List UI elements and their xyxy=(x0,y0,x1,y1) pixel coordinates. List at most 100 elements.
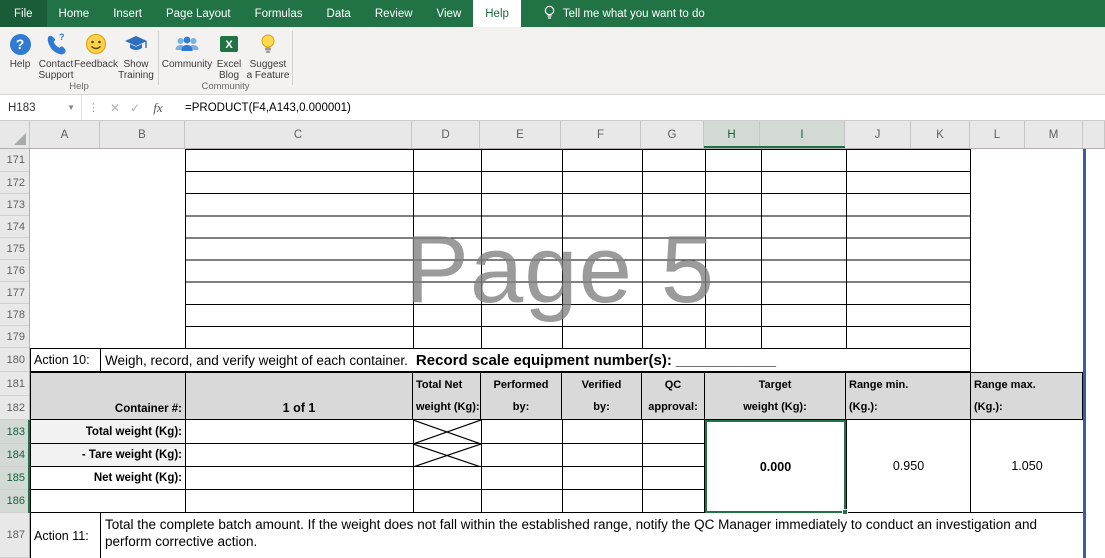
net-weight-label-cell[interactable]: Net weight (Kg): xyxy=(31,467,186,490)
target-line2: weight (Kg): xyxy=(743,401,807,413)
column-header-e[interactable]: E xyxy=(480,121,561,148)
qc-approval-header-cell[interactable]: QC approval: xyxy=(642,373,705,419)
tab-file[interactable]: File xyxy=(0,0,47,27)
row-header-182[interactable]: 182 xyxy=(0,396,29,420)
target-weight-cell-selected[interactable]: 0.000 xyxy=(705,420,848,515)
community-button[interactable]: Community xyxy=(162,31,212,70)
action10-text: Weigh, record, and verify weight of each… xyxy=(105,352,408,368)
excel-blog-icon: X xyxy=(219,31,239,57)
blank-label-cell[interactable] xyxy=(31,490,186,513)
row-header-181[interactable]: 181 xyxy=(0,372,29,396)
tab-review[interactable]: Review xyxy=(363,0,425,27)
range-min-cell[interactable]: 0.950 xyxy=(846,420,971,513)
feedback-label: Feedback xyxy=(74,59,118,70)
show-training-label-2: Training xyxy=(118,70,154,81)
action10-text-cell[interactable]: Weigh, record, and verify weight of each… xyxy=(101,352,776,369)
container-header-cell[interactable]: Container #: xyxy=(31,373,186,419)
selected-rows-accent xyxy=(28,420,30,513)
row-header-171[interactable]: 171 xyxy=(0,149,29,172)
help-button-label: Help xyxy=(9,59,31,70)
formula-bar: H183 ▼ ⋮ ✕ ✓ fx =PRODUCT(F4,A143,0.00000… xyxy=(0,95,1105,121)
total-weight-label-cell[interactable]: Total weight (Kg): xyxy=(31,420,186,444)
target-weight-header-cell[interactable]: Target weight (Kg): xyxy=(705,373,846,419)
tab-formulas[interactable]: Formulas xyxy=(243,0,315,27)
crossed-out-cell-icon xyxy=(412,419,482,445)
cancel-formula-icon[interactable]: ✕ xyxy=(105,101,125,115)
tab-page-layout[interactable]: Page Layout xyxy=(154,0,243,27)
formula-bar-drag-handle[interactable]: ⋮ xyxy=(82,101,105,114)
selection-fill-handle[interactable] xyxy=(842,509,848,515)
svg-text:X: X xyxy=(225,39,233,51)
tab-home[interactable]: Home xyxy=(47,0,102,27)
column-header-c[interactable]: C xyxy=(185,121,412,148)
performed-line2: by: xyxy=(512,401,530,413)
page-break-line xyxy=(1083,149,1086,558)
range-max-cell[interactable]: 1.050 xyxy=(971,420,1084,513)
row-header-180[interactable]: 180 xyxy=(0,348,29,372)
column-header-i[interactable]: I xyxy=(760,121,845,148)
performed-by-header-cell[interactable]: Performed by: xyxy=(481,373,562,419)
column-header-k[interactable]: K xyxy=(911,121,970,148)
insert-function-icon[interactable]: fx xyxy=(145,100,171,116)
action11-text-cell[interactable]: Total the complete batch amount. If the … xyxy=(101,513,1083,558)
row-header-187[interactable]: 187 xyxy=(0,513,29,558)
community-group-label: Community xyxy=(201,81,250,92)
show-training-button[interactable]: Show Training xyxy=(116,31,156,81)
row-header-179[interactable]: 179 xyxy=(0,326,29,348)
tab-data[interactable]: Data xyxy=(315,0,363,27)
verified-by-header-cell[interactable]: Verified by: xyxy=(562,373,642,419)
row-header-185[interactable]: 185 xyxy=(0,467,29,490)
range-min-header-cell[interactable]: Range min. (Kg.): xyxy=(846,373,971,419)
row-header-175[interactable]: 175 xyxy=(0,238,29,260)
column-header-partial[interactable] xyxy=(1083,121,1105,148)
column-header-j[interactable]: J xyxy=(845,121,911,148)
total-net-header-cell[interactable]: Total Net weight (Kg): xyxy=(413,373,481,419)
range-max-header-cell[interactable]: Range max. (Kg.): xyxy=(971,373,1084,419)
feedback-button[interactable]: Feedback xyxy=(74,31,118,70)
contact-support-button[interactable]: ? Contact Support xyxy=(36,31,76,81)
tare-weight-label-cell[interactable]: - Tare weight (Kg): xyxy=(31,444,186,467)
qc-line2: approval: xyxy=(648,401,698,413)
row-header-176[interactable]: 176 xyxy=(0,260,29,282)
svg-text:?: ? xyxy=(59,32,65,42)
graduation-cap-icon xyxy=(124,31,148,57)
column-header-m[interactable]: M xyxy=(1025,121,1083,148)
action11-label-cell[interactable]: Action 11: xyxy=(31,513,101,558)
name-box-dropdown-icon[interactable]: ▼ xyxy=(67,103,75,112)
action10-label-cell[interactable]: Action 10: xyxy=(31,349,101,371)
tab-help[interactable]: Help xyxy=(473,0,521,27)
row-header-183[interactable]: 183 xyxy=(0,420,29,444)
tab-view[interactable]: View xyxy=(425,0,474,27)
row-header-173[interactable]: 173 xyxy=(0,194,29,216)
tab-insert[interactable]: Insert xyxy=(101,0,154,27)
column-header-a[interactable]: A xyxy=(30,121,100,148)
action11-row[interactable]: Action 11: Total the complete batch amou… xyxy=(30,513,1083,558)
column-header-h[interactable]: H xyxy=(704,121,760,148)
column-header-l[interactable]: L xyxy=(970,121,1025,148)
column-header-strip: A B C D E F G H I J K L M xyxy=(0,121,1105,149)
ribbon-group-separator xyxy=(292,31,293,85)
action10-row[interactable]: Action 10: Weigh, record, and verify wei… xyxy=(30,348,971,372)
select-all-corner[interactable] xyxy=(0,121,30,148)
column-header-b[interactable]: B xyxy=(100,121,185,148)
name-box[interactable]: H183 ▼ xyxy=(0,95,82,120)
excel-blog-button[interactable]: X Excel Blog xyxy=(212,31,246,81)
crossed-out-cell-icon xyxy=(412,443,482,468)
row-header-172[interactable]: 172 xyxy=(0,172,29,194)
column-header-g[interactable]: G xyxy=(641,121,704,148)
row-header-174[interactable]: 174 xyxy=(0,216,29,238)
enter-formula-icon[interactable]: ✓ xyxy=(125,101,145,115)
suggest-feature-button[interactable]: Suggest a Feature xyxy=(246,31,290,81)
help-button[interactable]: ? Help xyxy=(4,31,36,70)
formula-input[interactable]: =PRODUCT(F4,A143,0.000001) xyxy=(171,102,351,114)
row-header-184[interactable]: 184 xyxy=(0,444,29,467)
column-header-d[interactable]: D xyxy=(412,121,480,148)
column-header-f[interactable]: F xyxy=(561,121,641,148)
container-value-cell[interactable]: 1 of 1 xyxy=(186,373,413,419)
lightbulb-icon xyxy=(259,31,277,57)
row-header-186[interactable]: 186 xyxy=(0,490,29,513)
row-header-177[interactable]: 177 xyxy=(0,282,29,304)
action10-bold-text: Record scale equipment number(s): xyxy=(415,351,672,369)
row-header-178[interactable]: 178 xyxy=(0,304,29,326)
tell-me-box[interactable]: Tell me what you want to do xyxy=(535,0,713,27)
